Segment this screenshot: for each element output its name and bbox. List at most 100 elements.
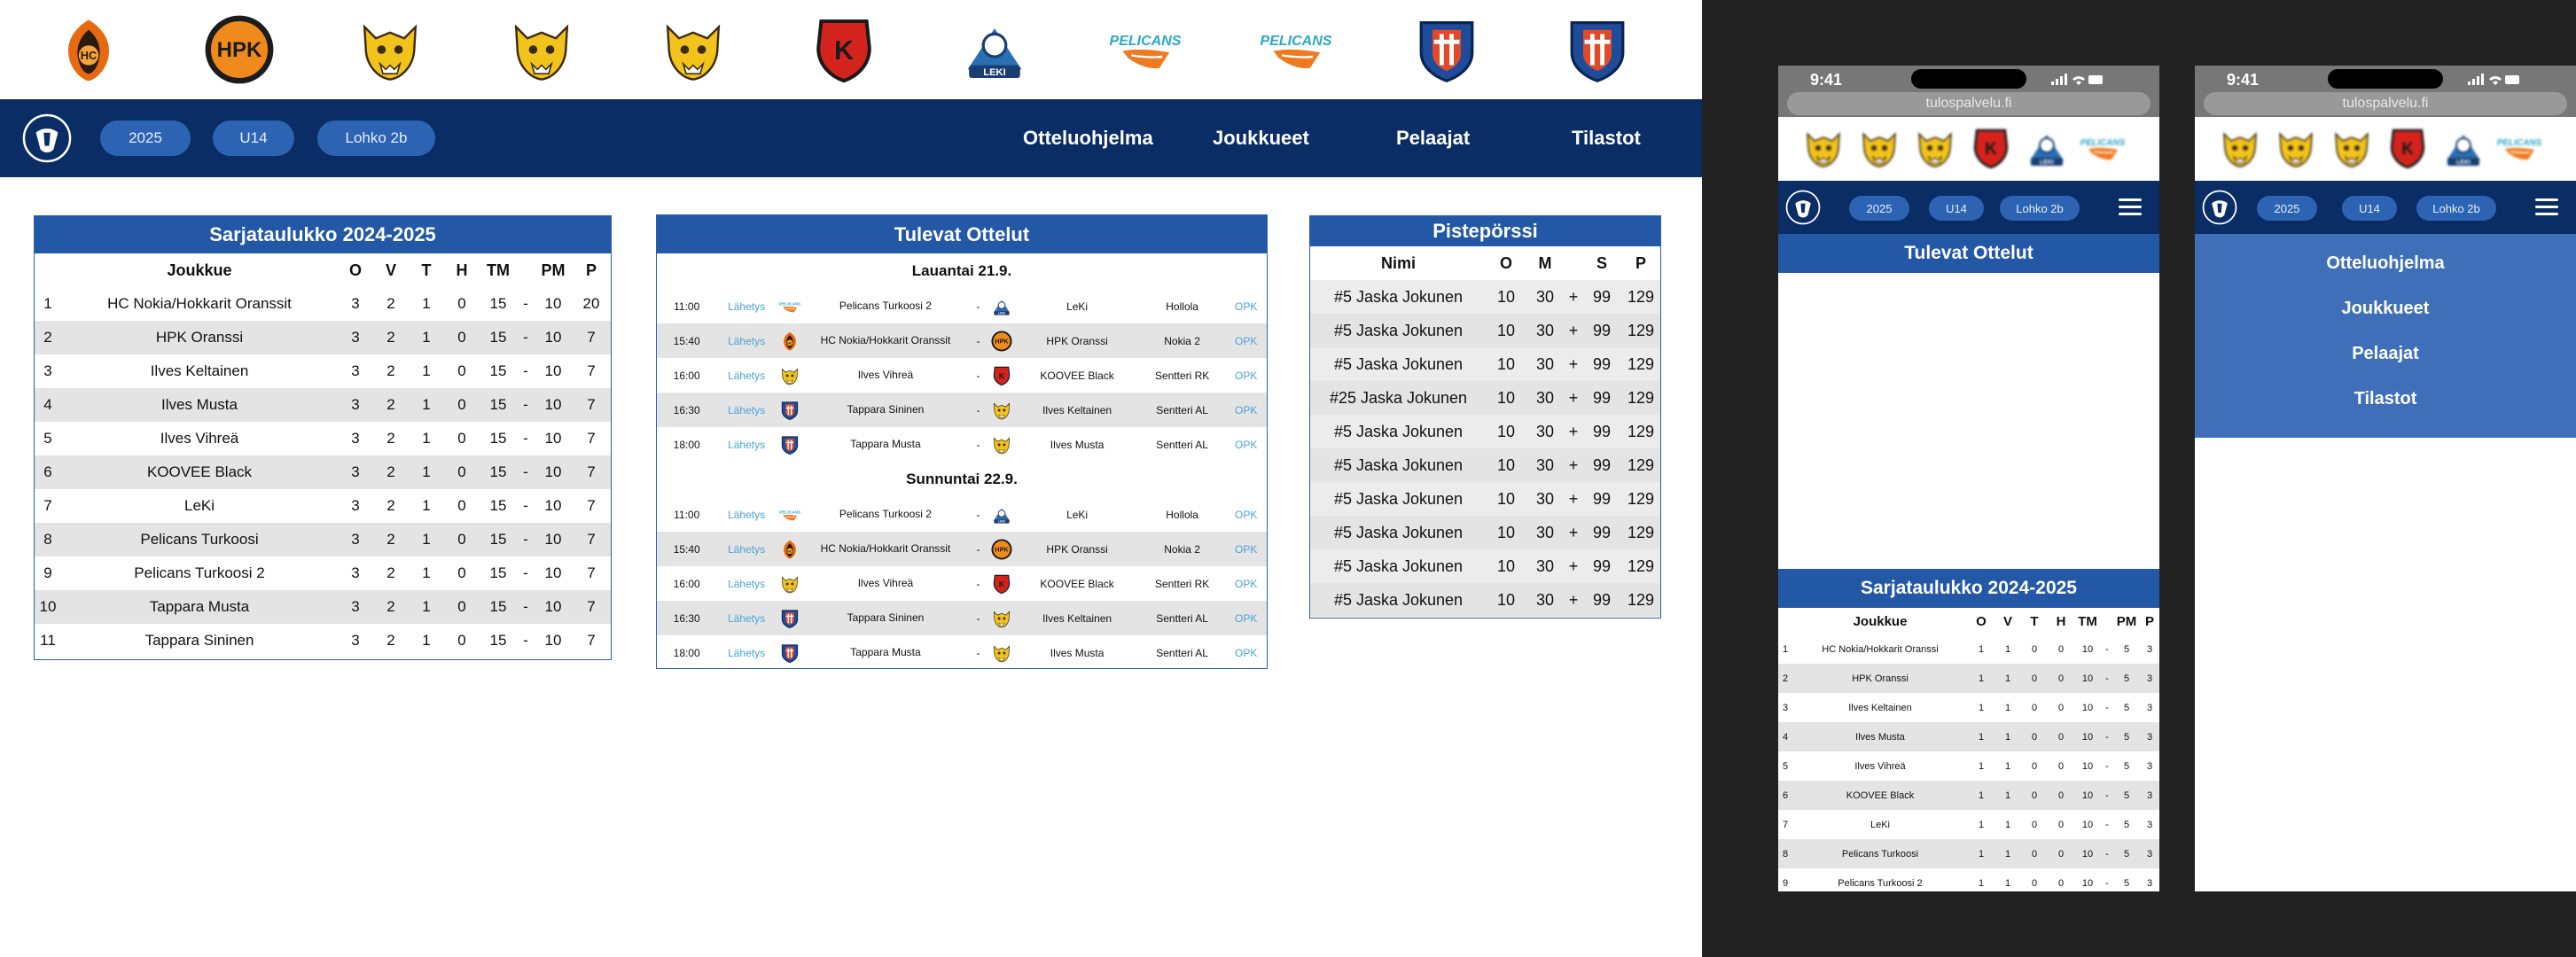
scorers-header-cell[interactable]: M [1526,246,1565,280]
game-row[interactable]: 16:30 Lähetys Tappara Sininen - Ilves Keltai… [657,601,1267,635]
standings-row[interactable]: 9 Pelicans Turkoosi 2 3 2 1 0 15-10 7 [35,556,611,590]
standings-header-cell[interactable]: O [338,253,373,287]
standings-header-cell[interactable]: V [373,253,409,287]
stream-link[interactable]: Lähetys [716,635,776,670]
scorer-row[interactable]: #5 Jaska Jokunen 10 30 +99 129 [1310,314,1660,347]
game-row[interactable]: 16:00 Lähetys Ilves Vihreä - K KOOVEE Black Se… [657,358,1267,393]
filter-division-button[interactable]: Lohko 2b [317,121,435,156]
scorer-row[interactable]: #5 Jaska Jokunen 10 30 +99 129 [1310,280,1660,314]
team-logo-link[interactable] [1857,126,1901,170]
hamburger-menu-icon[interactable] [2535,198,2558,216]
scorer-row[interactable]: #25 Jaska Jokunen 10 30 +99 129 [1310,381,1660,415]
suomi-emblem-icon[interactable] [1784,188,1823,227]
mobile-standings-row[interactable]: 3 Ilves Keltainen 1 1 0 0 10-5 3 [1778,693,2159,722]
stream-link[interactable]: Lähetys [716,427,776,462]
mobile-standings-row[interactable]: 4 Ilves Musta 1 1 0 0 10-5 3 [1778,722,2159,751]
mobile-menu-item-pelaajat[interactable]: Pelaajat [2195,331,2576,377]
scorer-row[interactable]: #5 Jaska Jokunen 10 30 +99 129 [1310,516,1660,549]
standings-header-cell[interactable] [35,253,61,287]
scorers-header-cell[interactable]: O [1487,246,1526,280]
stream-link[interactable]: Lähetys [716,323,777,358]
standings-row[interactable]: 8 Pelicans Turkoosi 3 2 1 0 15-10 7 [35,523,611,556]
team-logo-link[interactable] [1560,12,1635,87]
mobile-standings-header-cell[interactable] [2101,608,2113,634]
team-logo-link[interactable]: K [1969,126,2013,170]
filter-season-button[interactable]: 2025 [100,121,191,156]
opk-link[interactable]: OPK [1225,358,1267,393]
nav-link-pelaajat[interactable]: Pelaajat [1396,99,1470,177]
filter-age-button[interactable]: U14 [1929,196,1984,221]
scorer-row[interactable]: #5 Jaska Jokunen 10 30 +99 129 [1310,448,1660,482]
nav-link-tilastot[interactable]: Tilastot [1572,99,1641,177]
team-logo-link[interactable]: LEKI [2441,126,2486,170]
standings-row[interactable]: 7 LeKi 3 2 1 0 15-10 7 [35,489,611,523]
nav-link-joukkueet[interactable]: Joukkueet [1213,99,1309,177]
mobile-standings-row[interactable]: 9 Pelicans Turkoosi 2 1 1 0 0 10-5 3 [1778,868,2159,891]
opk-link[interactable]: OPK [1225,566,1267,601]
mobile-standings-header-cell[interactable]: O [1968,608,1994,634]
mobile-standings-header-cell[interactable]: PM [2113,608,2140,634]
mobile-standings-header-cell[interactable]: V [1994,608,2021,634]
stream-link[interactable]: Lähetys [716,497,776,532]
standings-row[interactable]: 10 Tappara Musta 3 2 1 0 15-10 7 [35,590,611,624]
team-logo-link[interactable]: K [807,12,881,87]
team-logo-link[interactable] [1409,12,1484,87]
mobile-menu-item-tilastot[interactable]: Tilastot [2195,377,2576,422]
filter-age-button[interactable]: U14 [213,121,294,156]
opk-link[interactable]: OPK [1225,497,1267,532]
mobile-standings-header-cell[interactable]: TM [2074,608,2101,634]
mobile-standings-row[interactable]: 7 LeKi 1 1 0 0 10-5 3 [1778,810,2159,839]
team-logo-link[interactable]: K [2385,126,2430,170]
team-logo-link[interactable] [2274,126,2318,170]
team-logo-link[interactable] [353,12,427,87]
scorers-header-cell[interactable]: Nimi [1310,246,1487,280]
game-row[interactable]: 15:40 Lähetys HC HC Nokia/Hokkarit Oranssit… [657,323,1267,358]
team-logo-link[interactable]: HPK [202,12,277,87]
standings-header-cell[interactable]: TM [480,253,517,287]
opk-link[interactable]: OPK [1225,427,1267,462]
opk-link[interactable]: OPK [1225,289,1267,323]
team-logo-link[interactable] [2218,126,2262,170]
standings-row[interactable]: 2 HPK Oranssi 3 2 1 0 15-10 7 [35,321,611,354]
team-logo-link[interactable] [656,12,730,87]
standings-row[interactable]: 5 Ilves Vihreä 3 2 1 0 15-10 7 [35,422,611,455]
filter-season-button[interactable]: 2025 [2257,196,2317,221]
scorer-row[interactable]: #5 Jaska Jokunen 10 30 +99 129 [1310,347,1660,381]
team-logo-link[interactable]: LEKI [2025,126,2069,170]
mobile-standings-header-cell[interactable]: T [2021,608,2048,634]
game-row[interactable]: 18:00 Lähetys Tappara Musta - Ilves Musta Sen… [657,635,1267,670]
mobile-standings-row[interactable]: 5 Ilves Vihreä 1 1 0 0 10-5 3 [1778,751,2159,781]
game-row[interactable]: 11:00 Lähetys PELICANS Pelicans Turkoosi 2 -… [657,289,1267,323]
stream-link[interactable]: Lähetys [716,566,776,601]
scorer-row[interactable]: #5 Jaska Jokunen 10 30 +99 129 [1310,583,1660,617]
scorer-row[interactable]: #5 Jaska Jokunen 10 30 +99 129 [1310,415,1660,448]
standings-row[interactable]: 4 Ilves Musta 3 2 1 0 15-10 7 [35,388,611,422]
standings-row[interactable]: 3 Ilves Keltainen 3 2 1 0 15-10 7 [35,354,611,388]
opk-link[interactable]: OPK [1225,532,1267,566]
mobile-standings-row[interactable]: 8 Pelicans Turkoosi 1 1 0 0 10-5 3 [1778,839,2159,868]
team-logo-link[interactable]: PELICANS [2080,126,2125,170]
team-logo-link[interactable]: PELICANS [2497,126,2541,170]
stream-link[interactable]: Lähetys [716,289,776,323]
suomi-emblem-icon[interactable] [2200,188,2239,227]
scorers-header-cell[interactable]: S [1582,246,1621,280]
game-row[interactable]: 16:00 Lähetys Ilves Vihreä - K KOOVEE Black Se… [657,566,1267,601]
nav-link-otteluohjelma[interactable]: Otteluohjelma [1023,99,1153,177]
mobile-standings-row[interactable]: 2 HPK Oranssi 1 1 0 0 10-5 3 [1778,664,2159,693]
opk-link[interactable]: OPK [1225,323,1267,358]
mobile-standings-row[interactable]: 6 KOOVEE Black 1 1 0 0 10-5 3 [1778,781,2159,810]
filter-season-button[interactable]: 2025 [1849,196,1909,221]
standings-header-cell[interactable]: Joukkue [61,253,338,287]
address-bar[interactable]: tulospalvelu.fi [2204,92,2567,115]
standings-header-cell[interactable]: H [444,253,480,287]
game-row[interactable]: 11:00 Lähetys PELICANS Pelicans Turkoosi 2 -… [657,497,1267,532]
opk-link[interactable]: OPK [1225,635,1267,670]
suomi-emblem-icon[interactable] [20,111,74,166]
filter-division-button[interactable]: Lohko 2b [2416,196,2496,221]
address-bar[interactable]: tulospalvelu.fi [1787,92,2151,115]
standings-header-cell[interactable]: T [409,253,444,287]
stream-link[interactable]: Lähetys [716,601,777,635]
stream-link[interactable]: Lähetys [716,532,777,566]
mobile-standings-row[interactable]: 1 HC Nokia/Hokkarit Oranssi 1 1 0 0 10-5 3 [1778,634,2159,664]
scorer-row[interactable]: #5 Jaska Jokunen 10 30 +99 129 [1310,482,1660,516]
